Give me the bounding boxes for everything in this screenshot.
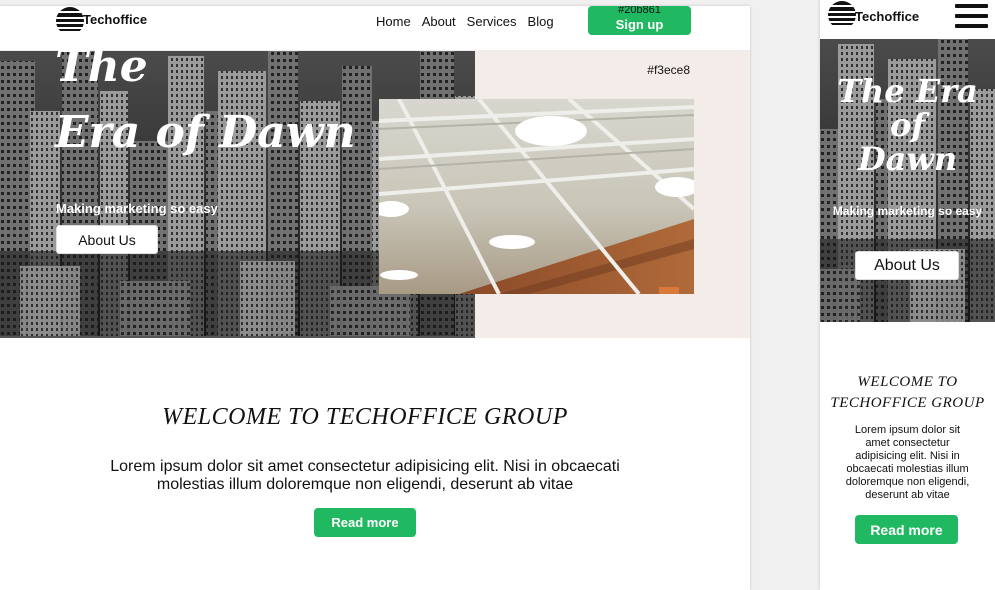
about-us-button[interactable]: About Us <box>855 251 959 280</box>
panel-color-code: #f3ece8 <box>647 63 690 77</box>
about-us-button[interactable]: About Us <box>56 225 158 254</box>
mobile-view: Techoffice The Era of Dawn Making market… <box>820 0 995 590</box>
nav-item-services[interactable]: Services <box>467 14 517 29</box>
hero-title-line1: The Era <box>837 72 978 110</box>
logo[interactable]: Techoffice <box>55 6 147 36</box>
nav-item-home[interactable]: Home <box>376 14 411 29</box>
hero-subtitle: Making marketing so easy <box>56 201 218 216</box>
logo-icon <box>828 1 856 25</box>
signup-button[interactable]: #20b861 Sign up <box>588 6 691 35</box>
signup-label: Sign up <box>615 17 664 32</box>
signup-color-code: #20b861 <box>618 6 661 16</box>
logo-text: Techoffice <box>855 9 920 24</box>
hero-title-line2: Era of Dawn <box>55 107 356 158</box>
hero-title: The Era of Dawn <box>55 34 356 166</box>
logo[interactable]: Techoffice <box>827 0 919 30</box>
ceiling-lights-image <box>379 99 694 294</box>
menu-bar <box>955 14 988 18</box>
hero-subtitle: Making marketing so easy <box>832 204 983 218</box>
hero-title-line2: of <box>889 106 926 144</box>
welcome-body-text: Lorem ipsum dolor sit amet consectetur a… <box>110 458 620 493</box>
hero-title: The Era of Dawn <box>820 74 995 176</box>
logo-text: Techoffice <box>83 12 148 27</box>
welcome-title: WELCOME TO TECHOFFICE GROUP <box>830 374 985 411</box>
read-more-button[interactable]: Read more <box>855 515 958 544</box>
nav-item-blog[interactable]: Blog <box>528 14 554 29</box>
logo-icon <box>56 7 84 31</box>
welcome-title: WELCOME TO TECHOFFICE GROUP <box>162 404 568 430</box>
hero-title-line3: Dawn <box>857 140 958 178</box>
menu-bar <box>955 4 988 8</box>
nav-item-about[interactable]: About <box>422 14 456 29</box>
read-more-button[interactable]: Read more <box>314 508 416 537</box>
hero-city-image: The Era of Dawn Making marketing so easy… <box>820 39 995 322</box>
desktop-view: Techoffice Home About Services Blog #20b… <box>0 6 750 590</box>
hero-title-line1: The <box>55 41 148 92</box>
hamburger-menu-icon[interactable] <box>955 4 988 28</box>
welcome-body-text: Lorem ipsum dolor sit amet consectetur a… <box>845 424 970 501</box>
menu-bar <box>955 24 988 28</box>
main-nav: Home About Services Blog <box>376 14 565 29</box>
